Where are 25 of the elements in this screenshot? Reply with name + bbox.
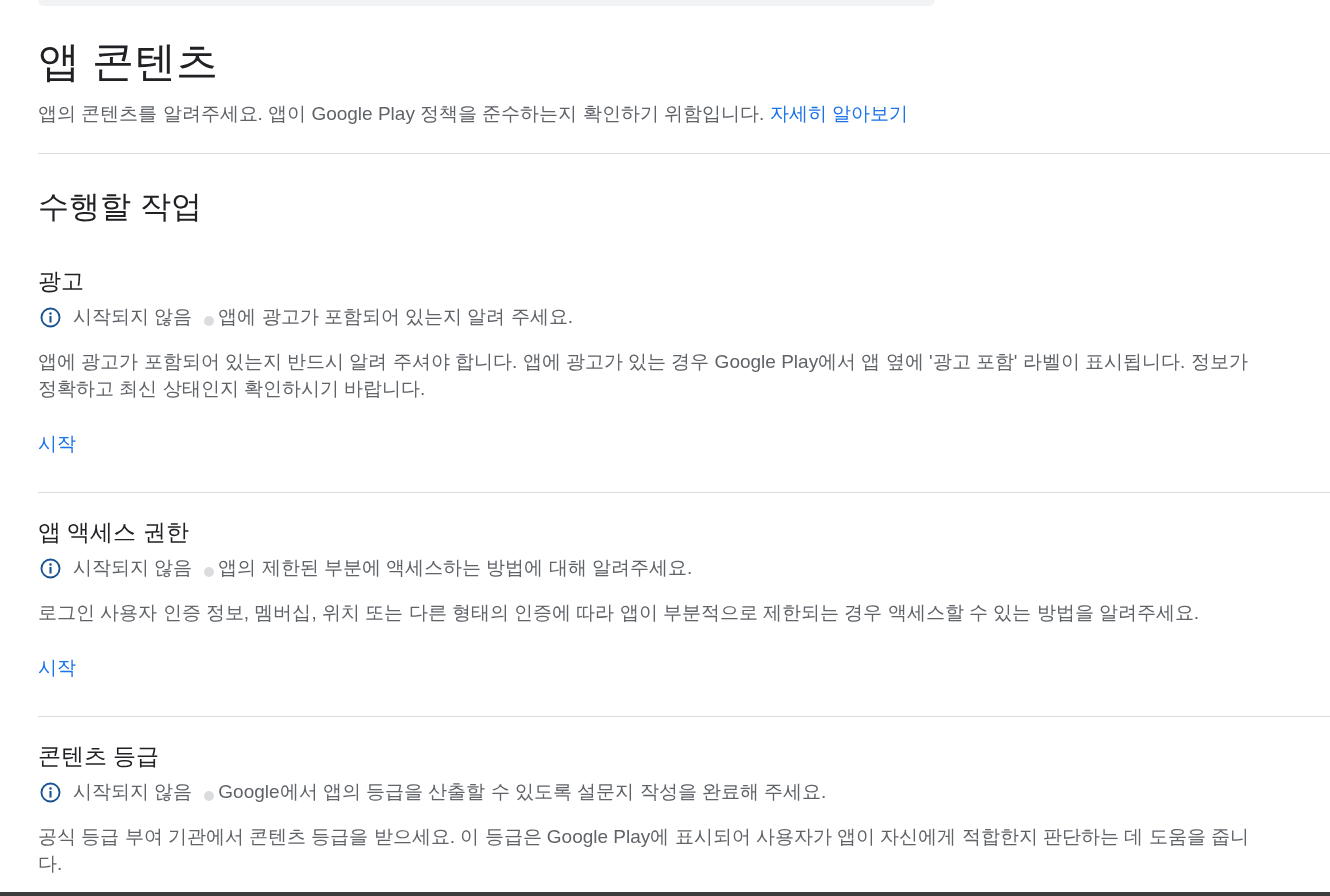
status-text: 시작되지 않음 [73,780,193,804]
page-description: 앱의 콘텐츠를 알려주세요. 앱이 Google Play 정책을 준수하는지 확인하기 위함입니다. 자세히 알아보기 [38,102,908,126]
start-link[interactable]: 시작 [38,656,76,680]
status-text: 시작되지 않음 [73,556,193,580]
horizontal-scrollbar[interactable] [0,892,1330,896]
page-title: 앱 콘텐츠 [38,37,218,87]
task-summary: Google에서 앱의 등급을 산출할 수 있도록 설문지 작성을 완료해 주세요. [218,780,827,804]
section-heading: 수행할 작업 [38,188,202,226]
task-description: 앱에 광고가 포함되어 있는지 반드시 알려 주셔야 합니다. 앱에 광고가 있는 경우 Google Play에서 앱 옆에 '광고 포함' 라벨이 표시됩니다. 정보가 정확하고 최신 상태인지 확인하시기 바랍니다. [38,350,1249,401]
status-dot-icon [204,316,215,326]
info-icon [40,306,61,328]
task-summary: 앱의 제한된 부분에 액세스하는 방법에 대해 알려주세요. [218,556,693,580]
info-icon [40,781,61,803]
task-title: 앱 액세스 권한 [38,518,189,547]
start-link[interactable]: 시작 [38,432,76,456]
task-title: 콘텐츠 등급 [38,742,160,771]
task-description: 로그인 사용자 인증 정보, 멤버십, 위치 또는 다른 형태의 인증에 따라 앱이 부분적으로 제한되는 경우 액세스할 수 있는 방법을 알려주세요. [38,601,1201,625]
status-text: 시작되지 않음 [73,305,193,329]
task-summary: 앱에 광고가 포함되어 있는지 알려 주세요. [218,305,573,329]
info-icon [40,557,61,579]
status-dot-icon [204,567,215,577]
task-description: 공식 등급 부여 기관에서 콘텐츠 등급을 받으세요. 이 등급은 Google Play에 표시되어 사용자가 앱이 자신에게 적합한지 판단하는 데 도움을 줍니다. [38,825,1250,876]
learn-more-link[interactable]: 자세히 알아보기 [769,103,908,124]
status-dot-icon [204,791,215,801]
task-title: 광고 [38,267,84,296]
